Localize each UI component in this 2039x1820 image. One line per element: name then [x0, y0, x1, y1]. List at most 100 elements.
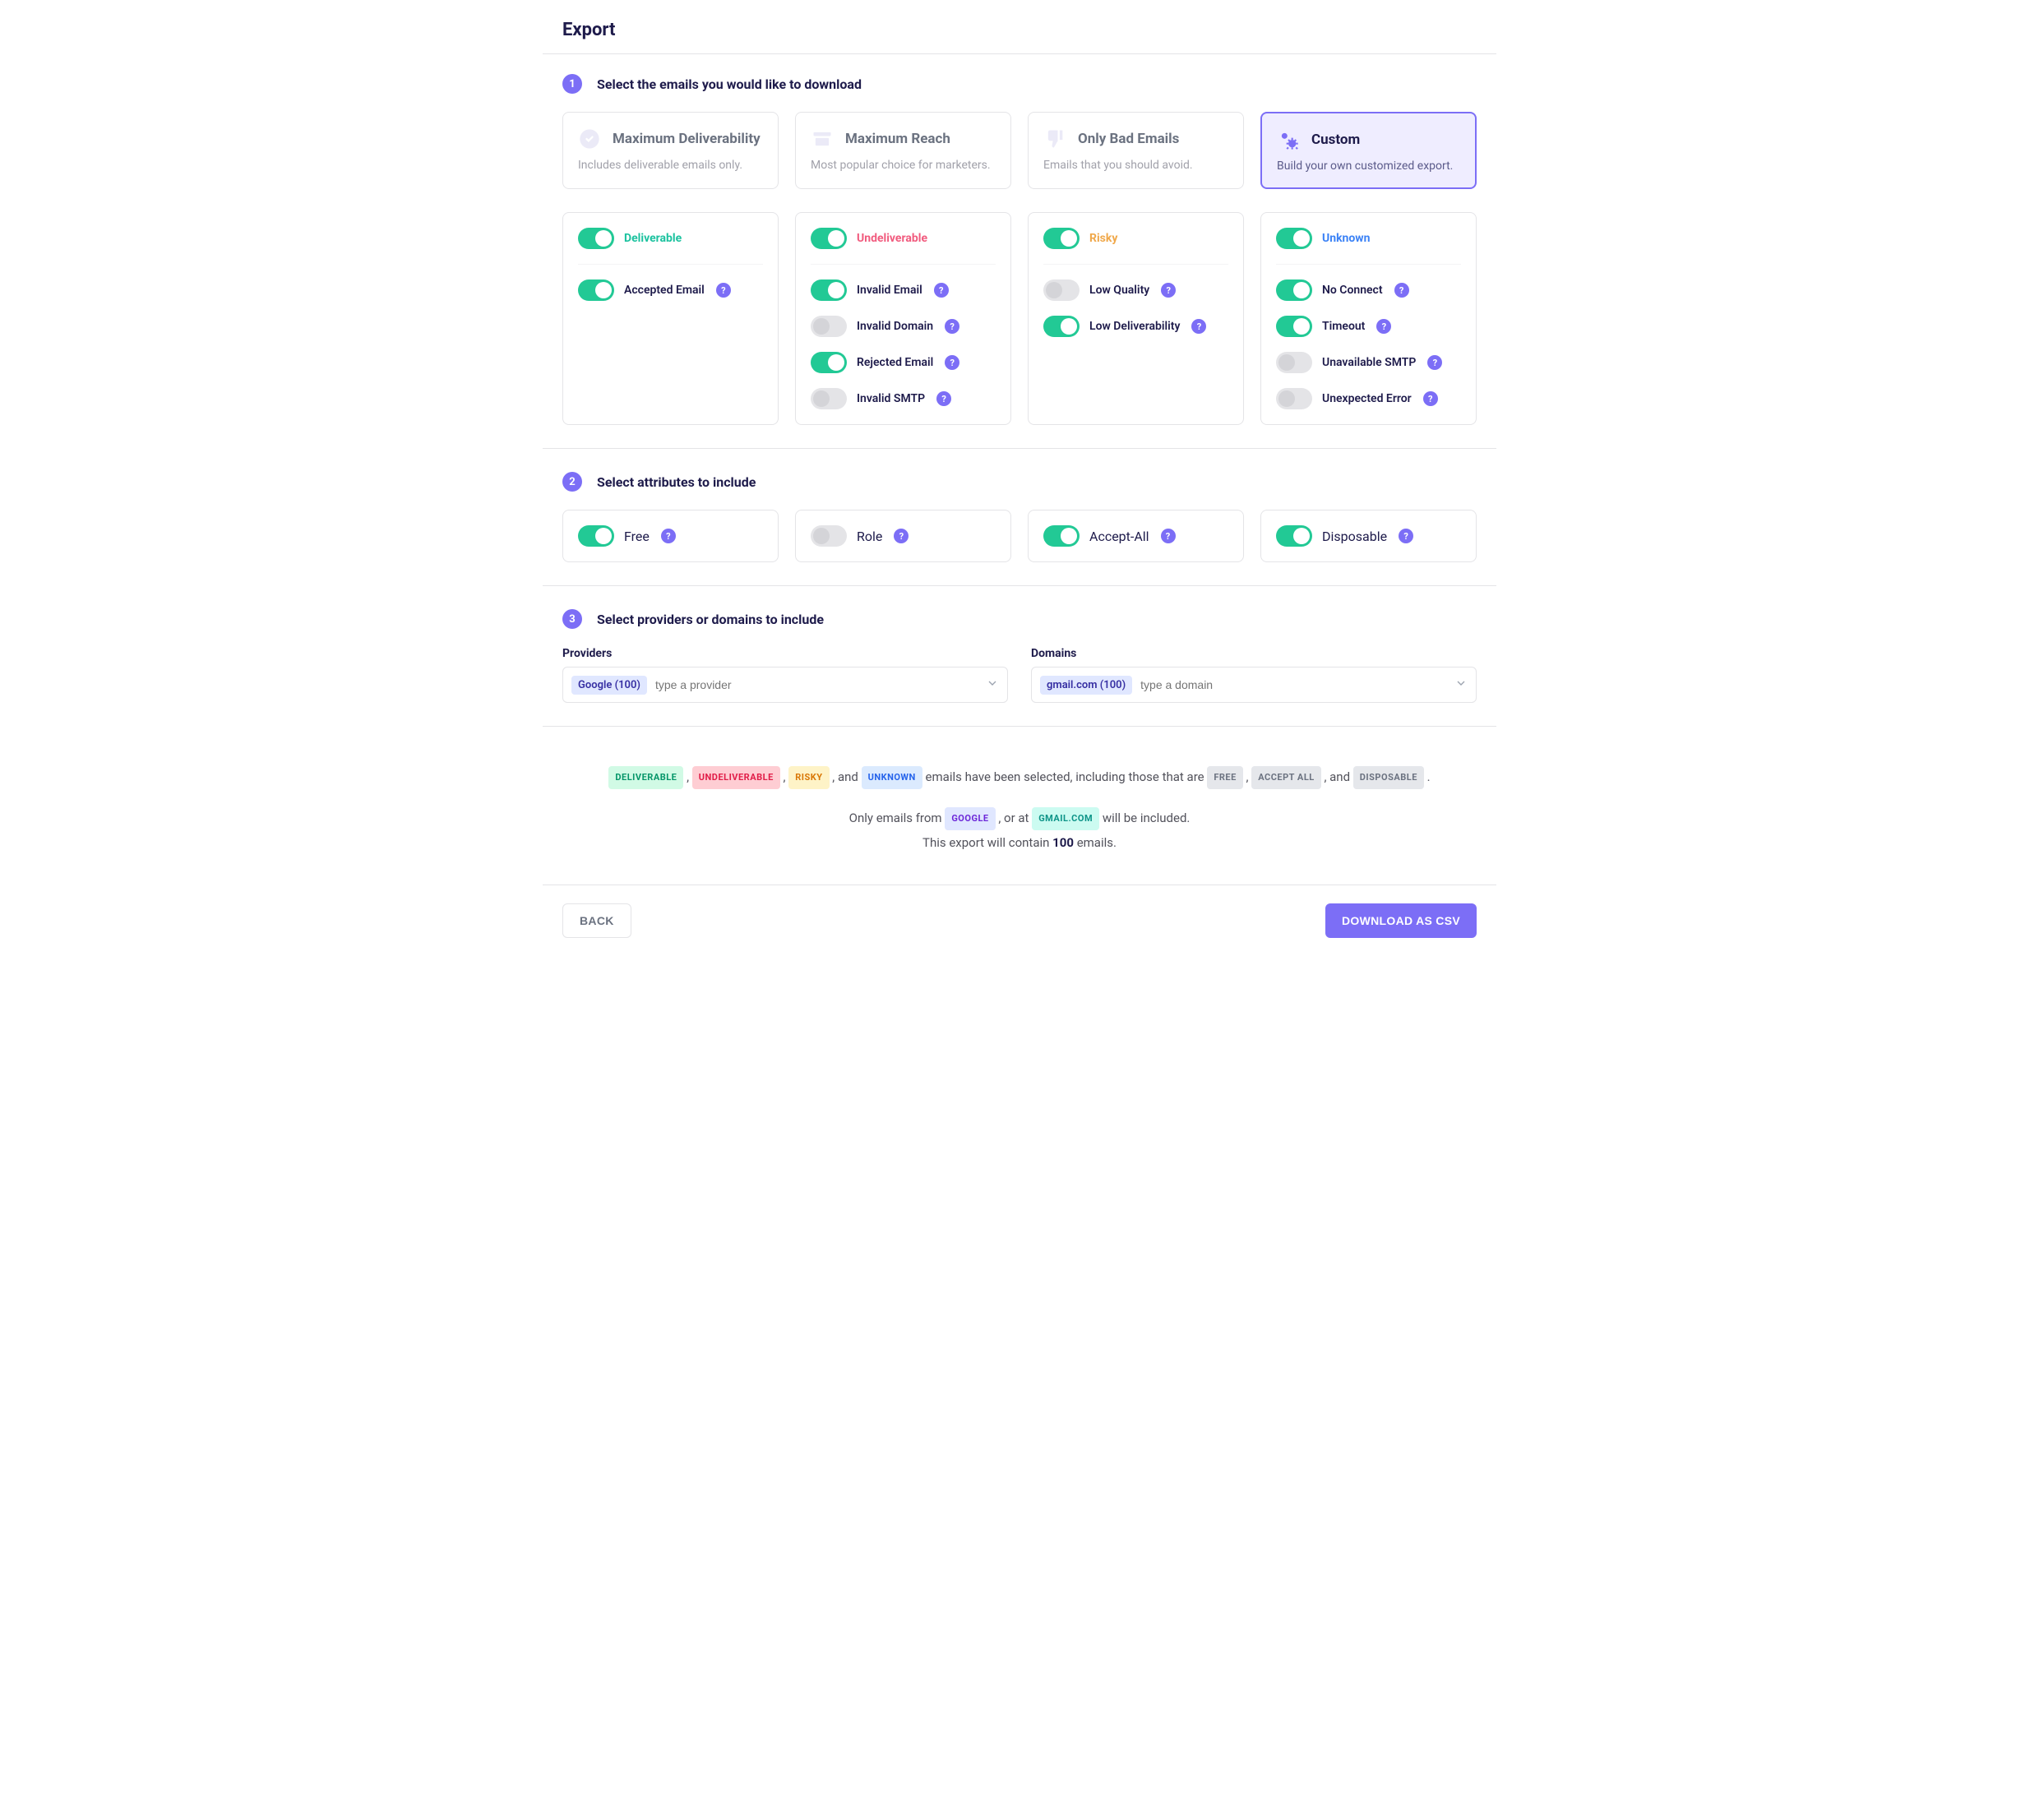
sub-label: No Connect — [1322, 284, 1383, 297]
sub-label: Accepted Email — [624, 284, 705, 297]
divider — [543, 448, 1496, 449]
step-1-badge: 1 — [562, 74, 582, 94]
attribute-label: Role — [857, 529, 882, 544]
domain-text-input[interactable] — [1140, 678, 1446, 691]
attribute-card-disposable: Disposable? — [1260, 510, 1477, 562]
pill-undeliverable: UNDELIVERABLE — [692, 766, 780, 789]
category-label-risky: Risky — [1089, 232, 1117, 245]
preset-title: Maximum Reach — [845, 131, 950, 147]
sub-label: Invalid Domain — [857, 320, 933, 333]
pill-accept-all: ACCEPT ALL — [1251, 766, 1321, 789]
summary-text: emails have been selected, including tho… — [926, 769, 1208, 784]
divider — [543, 585, 1496, 586]
help-icon[interactable]: ? — [1394, 283, 1409, 298]
toggle-undeliverable[interactable] — [811, 228, 847, 249]
download-csv-button[interactable]: DOWNLOAD AS CSV — [1325, 903, 1477, 938]
sub-label: Unexpected Error — [1322, 392, 1412, 405]
sub-label: Low Quality — [1089, 284, 1149, 297]
sub-label: Unavailable SMTP — [1322, 356, 1416, 369]
step-3-badge: 3 — [562, 609, 582, 629]
toggle-low-quality[interactable] — [1043, 279, 1080, 301]
preset-custom[interactable]: Custom Build your own customized export. — [1260, 112, 1477, 189]
summary-text: , and — [832, 769, 861, 784]
toggle-unexpected-error[interactable] — [1276, 388, 1312, 409]
step-3-section: 3 Select providers or domains to include… — [562, 609, 1477, 703]
domains-input[interactable]: gmail.com (100) — [1031, 667, 1477, 703]
back-button[interactable]: BACK — [562, 903, 631, 938]
pill-gmail: GMAIL.COM — [1032, 807, 1099, 830]
toggle-free[interactable] — [578, 525, 614, 547]
export-summary: DELIVERABLE , UNDELIVERABLE , RISKY , an… — [562, 750, 1477, 861]
help-icon[interactable]: ? — [716, 283, 731, 298]
toggle-no-connect[interactable] — [1276, 279, 1312, 301]
divider — [543, 726, 1496, 727]
step-2-badge: 2 — [562, 472, 582, 492]
help-icon[interactable]: ? — [1423, 391, 1438, 406]
sub-label: Invalid Email — [857, 284, 922, 297]
help-icon[interactable]: ? — [894, 529, 909, 543]
sub-label: Invalid SMTP — [857, 392, 925, 405]
provider-text-input[interactable] — [655, 678, 978, 691]
chevron-down-icon[interactable] — [1454, 677, 1468, 693]
help-icon[interactable]: ? — [661, 529, 676, 543]
toggle-unavailable-smtp[interactable] — [1276, 352, 1312, 373]
check-circle-icon — [578, 127, 601, 150]
toggle-unknown[interactable] — [1276, 228, 1312, 249]
toggle-risky[interactable] — [1043, 228, 1080, 249]
domain-tag[interactable]: gmail.com (100) — [1040, 676, 1132, 695]
toggle-invalid-email[interactable] — [811, 279, 847, 301]
providers-input[interactable]: Google (100) — [562, 667, 1008, 703]
gears-icon — [1277, 128, 1300, 151]
summary-text: emails. — [1077, 835, 1117, 850]
archive-icon — [811, 127, 834, 150]
preset-bad-emails[interactable]: Only Bad Emails Emails that you should a… — [1028, 112, 1244, 189]
pill-unknown: UNKNOWN — [862, 766, 922, 789]
pill-risky: RISKY — [788, 766, 829, 789]
help-icon[interactable]: ? — [936, 391, 951, 406]
preset-desc: Build your own customized export. — [1277, 159, 1460, 173]
toggle-deliverable[interactable] — [578, 228, 614, 249]
toggle-timeout[interactable] — [1276, 316, 1312, 337]
preset-title: Custom — [1311, 132, 1360, 148]
preset-title: Maximum Deliverability — [613, 131, 761, 147]
attribute-label: Accept-All — [1089, 529, 1149, 544]
step-1-title: Select the emails you would like to down… — [597, 76, 862, 92]
step-3-header: 3 Select providers or domains to include — [562, 609, 1477, 629]
step-2-title: Select attributes to include — [597, 474, 756, 490]
divider — [543, 53, 1496, 54]
toggle-low-deliverability[interactable] — [1043, 316, 1080, 337]
help-icon[interactable]: ? — [934, 283, 949, 298]
preset-desc: Includes deliverable emails only. — [578, 159, 763, 172]
chevron-down-icon[interactable] — [986, 677, 999, 693]
help-icon[interactable]: ? — [1427, 355, 1442, 370]
preset-title: Only Bad Emails — [1078, 131, 1179, 147]
toggle-invalid-domain[interactable] — [811, 316, 847, 337]
providers-label: Providers — [562, 647, 1008, 660]
help-icon[interactable]: ? — [1376, 319, 1391, 334]
toggle-rejected-email[interactable] — [811, 352, 847, 373]
toggle-role[interactable] — [811, 525, 847, 547]
help-icon[interactable]: ? — [1161, 529, 1176, 543]
attribute-card-free: Free? — [562, 510, 779, 562]
pill-free: FREE — [1207, 766, 1242, 789]
help-icon[interactable]: ? — [1399, 529, 1413, 543]
toggle-invalid-smtp[interactable] — [811, 388, 847, 409]
attribute-label: Free — [624, 529, 650, 544]
toggle-disposable[interactable] — [1276, 525, 1312, 547]
category-card-unknown: UnknownNo Connect?Timeout?Unavailable SM… — [1260, 212, 1477, 425]
summary-text: Only emails from — [849, 811, 946, 825]
summary-text: will be included. — [1103, 811, 1191, 825]
preset-max-deliverability[interactable]: Maximum Deliverability Includes delivera… — [562, 112, 779, 189]
toggle-accepted-email[interactable] — [578, 279, 614, 301]
provider-tag[interactable]: Google (100) — [571, 676, 647, 695]
step-1-header: 1 Select the emails you would like to do… — [562, 74, 1477, 94]
pill-google: GOOGLE — [945, 807, 995, 830]
toggle-accept-all[interactable] — [1043, 525, 1080, 547]
sub-label: Rejected Email — [857, 356, 933, 369]
help-icon[interactable]: ? — [945, 355, 959, 370]
summary-text: . — [1427, 769, 1431, 784]
preset-max-reach[interactable]: Maximum Reach Most popular choice for ma… — [795, 112, 1011, 189]
help-icon[interactable]: ? — [945, 319, 959, 334]
help-icon[interactable]: ? — [1161, 283, 1176, 298]
help-icon[interactable]: ? — [1191, 319, 1206, 334]
